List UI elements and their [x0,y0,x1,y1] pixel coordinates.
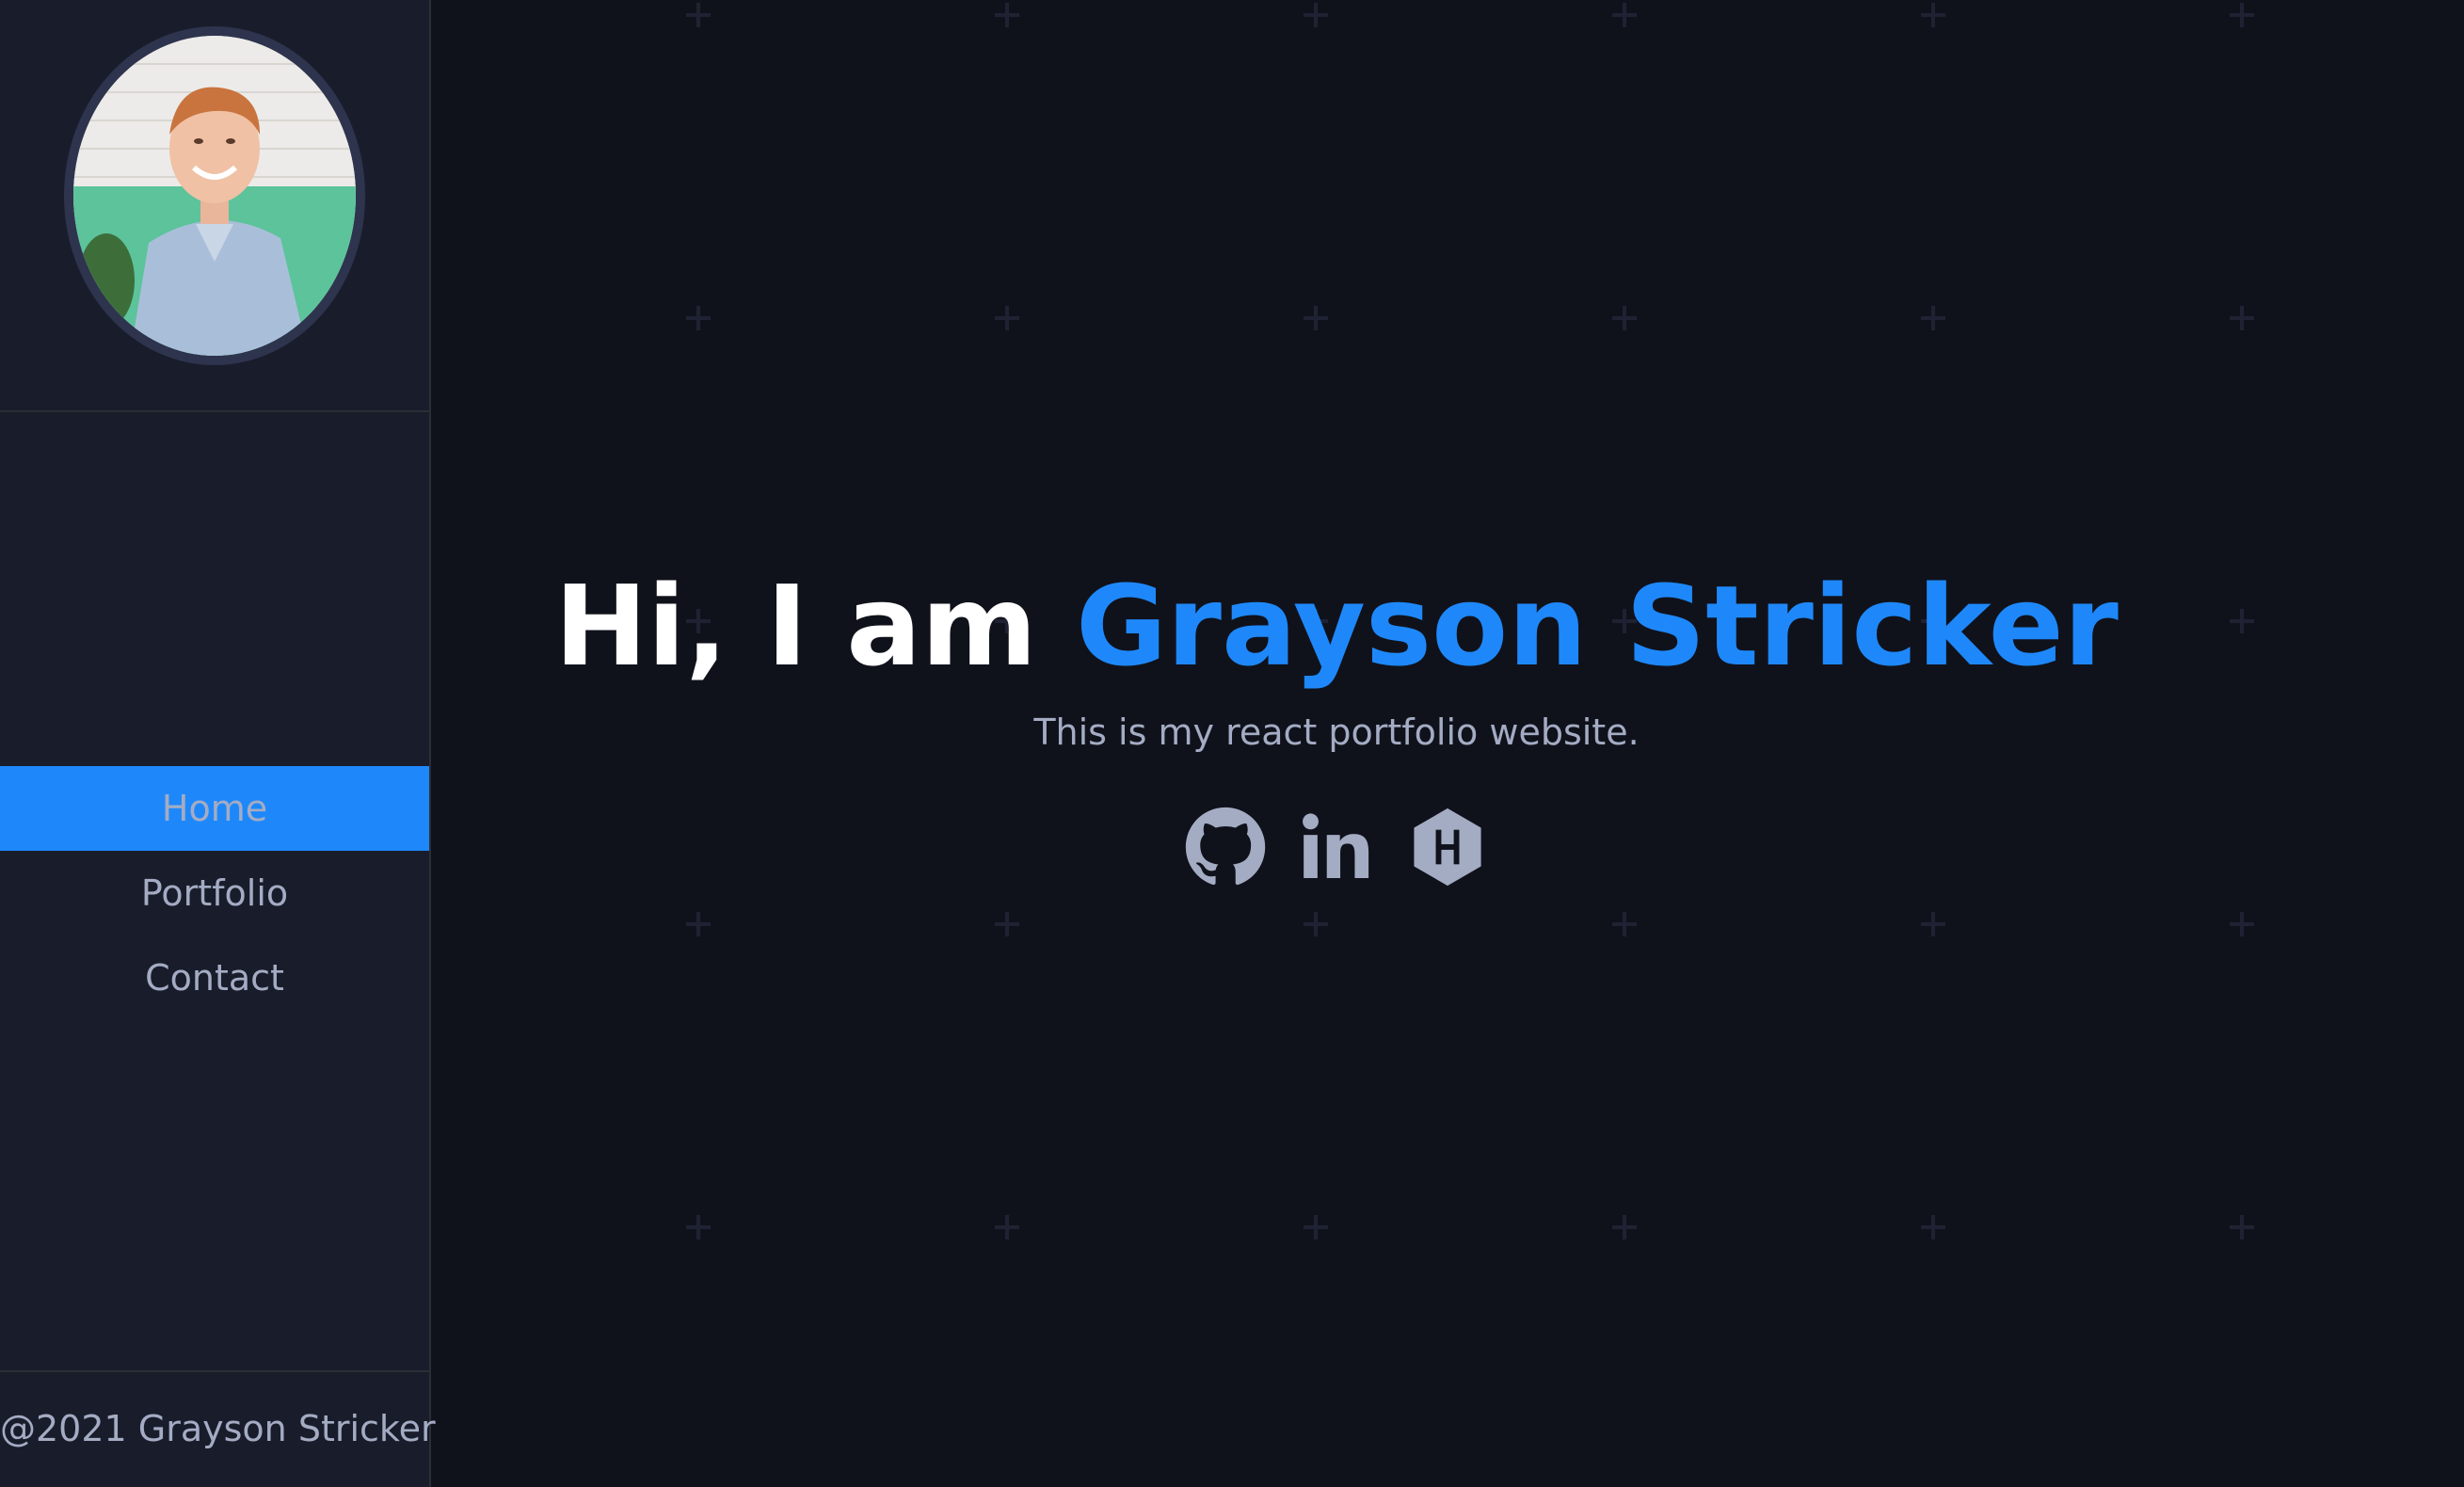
nav-item-portfolio[interactable]: Portfolio [0,851,429,935]
main-content: Hi, I am Grayson Stricker This is my rea… [433,0,2464,1487]
sidebar: Home Portfolio Contact @2021 Grayson Str… [0,0,436,1487]
nav-item-contact[interactable]: Contact [0,935,429,1020]
hero-name: Grayson Stricker [1075,561,2119,691]
hero-section: Hi, I am Grayson Stricker This is my rea… [433,555,2240,888]
page: Home Portfolio Contact @2021 Grayson Str… [0,0,2464,1487]
hero-greeting: Hi, I am [554,561,1037,691]
main-nav: Home Portfolio Contact [0,766,429,1020]
linkedin-link[interactable] [1295,806,1378,888]
social-links [433,806,2240,888]
hackerrank-link[interactable] [1406,806,1489,888]
hero-subtitle: This is my react portfolio website. [1033,712,1640,753]
hackerrank-icon [1414,807,1481,887]
avatar-section [0,0,429,412]
linkedin-icon [1303,813,1369,878]
github-link[interactable] [1184,806,1267,888]
copyright-footer: @2021 Grayson Stricker [0,1370,436,1487]
profile-photo [73,36,356,356]
nav-item-home[interactable]: Home [0,766,429,851]
avatar [64,26,365,365]
hero-title: Hi, I am Grayson Stricker [433,555,2240,696]
github-icon [1185,807,1266,886]
